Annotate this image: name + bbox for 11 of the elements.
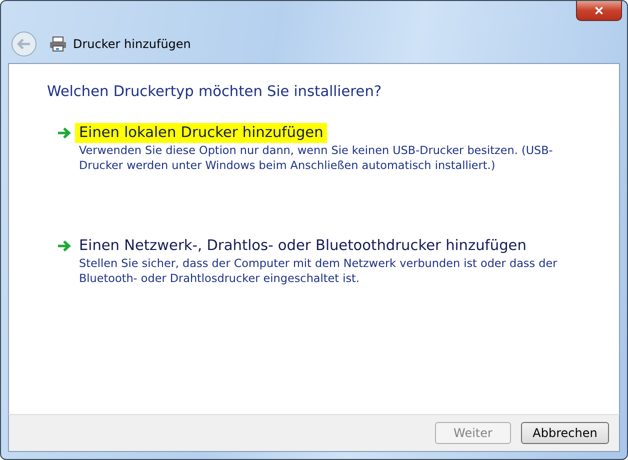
close-button[interactable]: ✕ [576, 1, 622, 21]
option-description: Stellen Sie sicher, dass der Computer mit dem Netzwerk verbunden ist oder dass der Bluetooth- oder Drahtlosdrucker eingeschaltet ist. [78, 256, 558, 286]
arrow-icon [57, 240, 71, 252]
arrow-icon [57, 127, 71, 139]
window-title: Drucker hinzufügen [73, 37, 191, 51]
printer-icon [49, 36, 67, 52]
option-description: Verwenden Sie diese Option nur dann, wenn Sie keinen USB-Drucker besitzen. (USB-Drucker werden unter Windows beim Anschließen automatisch installiert.) [78, 143, 554, 173]
option-link[interactable]: Einen Netzwerk-, Drahtlos- oder Bluetoothdrucker hinzufügen [75, 236, 530, 256]
page-heading: Welchen Druckertyp möchten Sie installieren? [47, 84, 383, 100]
cancel-button[interactable]: Abbrechen [521, 422, 609, 444]
option-link[interactable]: Einen lokalen Drucker hinzufügen [75, 123, 328, 143]
